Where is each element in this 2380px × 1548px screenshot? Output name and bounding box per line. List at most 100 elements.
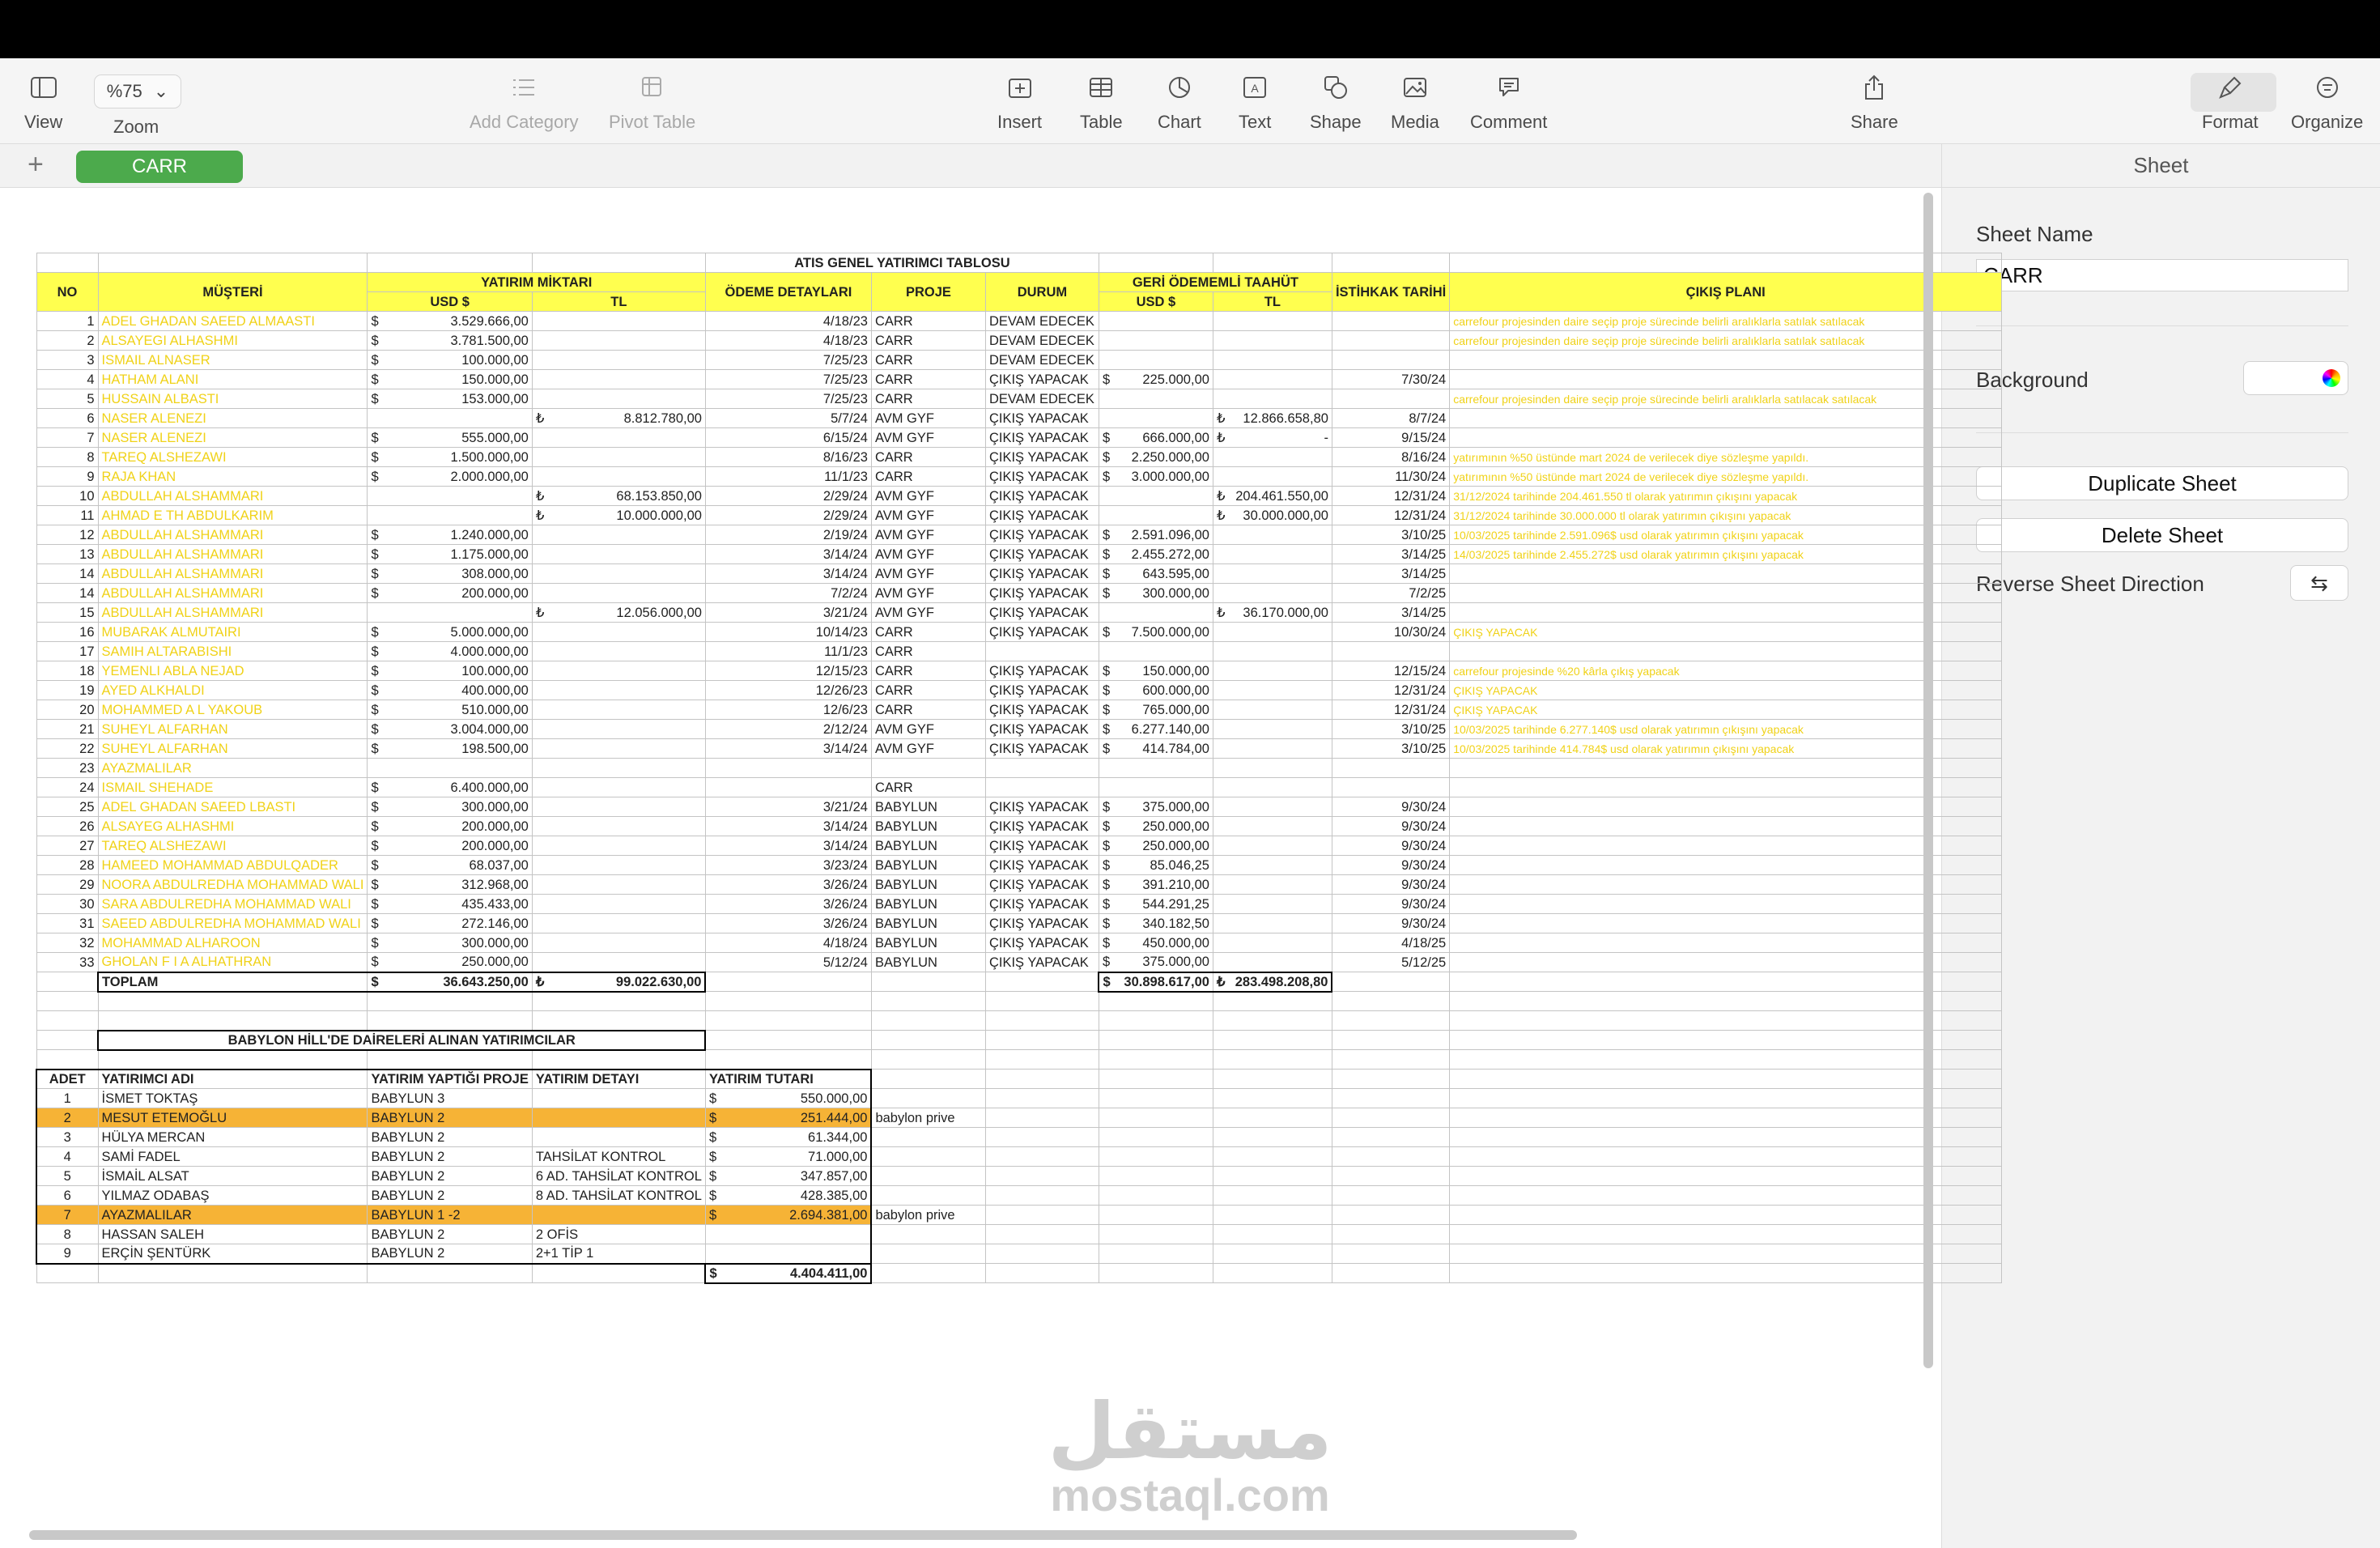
cell[interactable] xyxy=(97,991,368,1011)
cell[interactable]: $300.000,00 xyxy=(1098,583,1213,603)
cell[interactable] xyxy=(1212,1088,1332,1108)
cell[interactable] xyxy=(1331,1127,1451,1147)
cell[interactable]: HUSSAIN ALBASTI xyxy=(97,389,368,409)
cell[interactable] xyxy=(97,1263,368,1283)
cell[interactable]: CARR xyxy=(870,311,986,331)
cell[interactable]: ₺ 12.056.000,00 xyxy=(531,602,706,623)
cell[interactable] xyxy=(1331,1030,1451,1050)
babylon-total[interactable]: $4.404.411,00 xyxy=(704,1262,873,1284)
cell[interactable]: NASER ALENEZI xyxy=(97,427,368,448)
cell[interactable]: 9/15/24 xyxy=(1331,427,1451,448)
cell[interactable] xyxy=(367,505,533,525)
cell[interactable] xyxy=(870,991,986,1011)
cell[interactable]: $400.000,00 xyxy=(367,680,533,700)
cell[interactable] xyxy=(1212,1244,1332,1264)
cell[interactable]: 31 xyxy=(36,913,99,933)
cell[interactable] xyxy=(1449,1146,2003,1167)
cell[interactable] xyxy=(1212,544,1332,564)
cell[interactable] xyxy=(1212,738,1332,759)
cell[interactable] xyxy=(1098,641,1213,661)
cell[interactable]: 9/30/24 xyxy=(1331,797,1451,817)
cell[interactable] xyxy=(1212,1069,1332,1089)
cell[interactable]: CARR xyxy=(870,330,986,351)
cell[interactable] xyxy=(531,913,706,933)
cell[interactable]: ₺ 68.153.850,00 xyxy=(531,486,706,506)
cell[interactable] xyxy=(367,253,533,273)
cell[interactable] xyxy=(36,1263,99,1283)
cell[interactable]: 3/10/25 xyxy=(1331,525,1451,545)
total-label[interactable]: TOPLAM xyxy=(97,971,368,993)
cell[interactable] xyxy=(1098,602,1213,623)
cell[interactable]: 8/16/23 xyxy=(704,447,872,467)
cell[interactable]: ÇIKIŞ YAPACAK xyxy=(984,661,1099,681)
cell[interactable] xyxy=(1098,408,1213,428)
cell[interactable]: $5.000.000,00 xyxy=(367,622,533,642)
cell[interactable] xyxy=(1449,816,2003,836)
cell[interactable] xyxy=(1449,797,2003,817)
header-no[interactable]: NO xyxy=(36,272,99,312)
cell[interactable]: $150.000,00 xyxy=(1098,661,1213,681)
cell[interactable] xyxy=(984,1166,1099,1186)
cell[interactable]: 5/7/24 xyxy=(704,408,872,428)
cell[interactable]: $428.385,00 xyxy=(704,1185,873,1206)
header-proje[interactable]: PROJE xyxy=(870,272,986,312)
cell[interactable] xyxy=(704,972,872,992)
cell[interactable] xyxy=(1331,311,1451,331)
cell[interactable]: CARR xyxy=(870,661,986,681)
cell[interactable] xyxy=(1331,758,1451,778)
cell[interactable] xyxy=(1331,389,1451,409)
cell[interactable]: yatırımının %50 üstünde mart 2024 de ver… xyxy=(1449,447,2003,467)
cell[interactable] xyxy=(531,369,706,389)
cell[interactable]: 9 xyxy=(36,1244,99,1265)
cell[interactable] xyxy=(1449,758,2003,778)
cell[interactable]: 3/21/24 xyxy=(704,797,872,817)
cell[interactable]: AVM GYF xyxy=(870,525,986,545)
cell[interactable]: ÇIKIŞ YAPACAK xyxy=(984,719,1099,739)
cell[interactable] xyxy=(531,738,706,759)
cell[interactable] xyxy=(870,1049,986,1070)
cell[interactable] xyxy=(531,311,706,331)
cell[interactable]: 12/31/24 xyxy=(1331,680,1451,700)
cell[interactable]: 3/14/24 xyxy=(704,816,872,836)
cell[interactable]: HATHAM ALANI xyxy=(97,369,368,389)
cell[interactable] xyxy=(1449,1088,2003,1108)
cell[interactable] xyxy=(531,874,706,895)
cell[interactable] xyxy=(1098,1205,1213,1225)
cell[interactable]: $1.175.000,00 xyxy=(367,544,533,564)
cell[interactable]: NASER ALENEZI xyxy=(97,408,368,428)
cell[interactable] xyxy=(1212,1263,1332,1283)
cell[interactable] xyxy=(984,1069,1099,1089)
cell[interactable]: ISMAIL SHEHADE xyxy=(97,777,368,797)
cell[interactable]: SAMIH ALTARABISHI xyxy=(97,641,368,661)
cell[interactable] xyxy=(1098,1030,1213,1050)
cell[interactable] xyxy=(984,1108,1099,1128)
cell[interactable] xyxy=(1449,350,2003,370)
cell[interactable]: ABDULLAH ALSHAMMARI xyxy=(97,563,368,584)
cell[interactable]: 3/14/25 xyxy=(1331,602,1451,623)
share-button[interactable]: Share xyxy=(1851,73,1898,133)
cell[interactable]: 9/30/24 xyxy=(1331,874,1451,895)
cell[interactable]: babylon prive xyxy=(870,1108,986,1128)
cell[interactable]: $198.500,00 xyxy=(367,738,533,759)
cell[interactable]: ÇIKIŞ YAPACAK xyxy=(984,855,1099,875)
cell[interactable]: $3.004.000,00 xyxy=(367,719,533,739)
cell[interactable]: TAREQ ALSHEZAWI xyxy=(97,447,368,467)
cell[interactable]: 8 xyxy=(36,1224,99,1244)
header-musteri[interactable]: MÜŞTERİ xyxy=(97,272,368,312)
cell[interactable]: HÜLYA MERCAN xyxy=(97,1127,368,1147)
cell[interactable]: 14 xyxy=(36,563,99,584)
cell[interactable] xyxy=(531,1108,706,1128)
cell[interactable]: 15 xyxy=(36,602,99,623)
cell[interactable] xyxy=(984,991,1099,1011)
cell[interactable] xyxy=(97,1049,368,1070)
cell[interactable] xyxy=(1212,447,1332,467)
cell[interactable]: $200.000,00 xyxy=(367,836,533,856)
cell[interactable]: YEMENLI ABLA NEJAD xyxy=(97,661,368,681)
total-geri-tl[interactable]: ₺ 283.498.208,80 xyxy=(1212,971,1333,993)
cell[interactable] xyxy=(870,1185,986,1206)
cell[interactable] xyxy=(1098,1166,1213,1186)
cell[interactable]: ÇIKIŞ YAPACAK xyxy=(1449,680,2003,700)
cell[interactable]: $3.529.666,00 xyxy=(367,311,533,331)
cell[interactable]: $2.694.381,00 xyxy=(704,1205,873,1225)
cell[interactable]: ₺ 10.000.000,00 xyxy=(531,505,706,525)
